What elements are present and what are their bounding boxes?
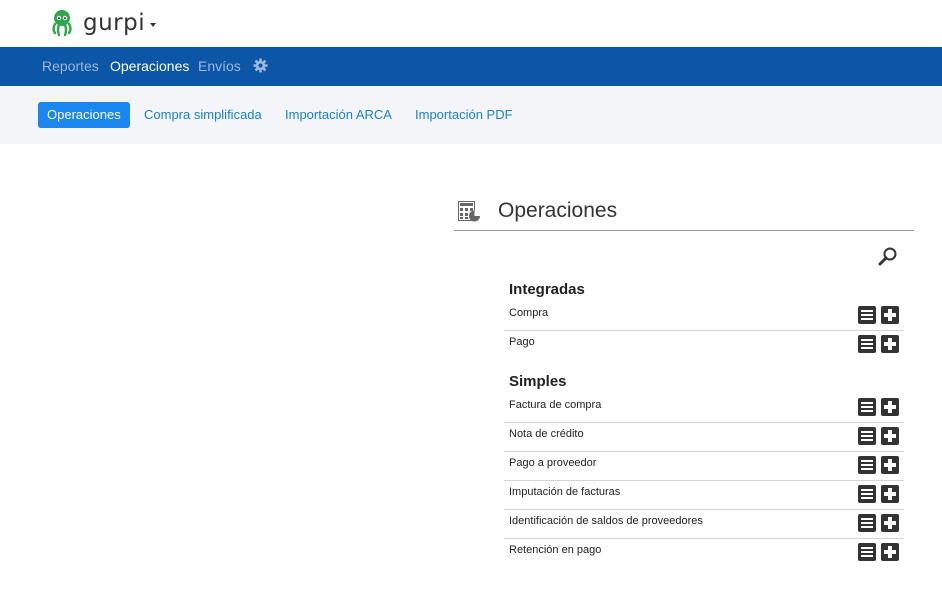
operation-label: Imputación de facturas — [509, 486, 621, 498]
operation-label: Identificación de saldos de proveedores — [509, 515, 703, 527]
tab-operaciones[interactable]: Operaciones — [38, 102, 130, 128]
section-heading-integradas: Integradas — [509, 281, 585, 298]
calculator-icon — [458, 201, 480, 222]
list-item: Retención en pago — [504, 538, 904, 567]
list-item: Nota de crédito — [504, 422, 904, 452]
operation-label: Compra — [509, 307, 549, 319]
list-item: Pago — [504, 330, 904, 359]
list-icon[interactable] — [858, 427, 876, 445]
top-header: gurpi — [0, 0, 942, 47]
section-heading-simples: Simples — [509, 373, 567, 390]
sub-navbar: Operaciones Compra simplificada Importac… — [0, 86, 942, 144]
gear-icon[interactable] — [253, 58, 268, 73]
brand-menu[interactable]: gurpi — [50, 9, 157, 37]
list-item: Compra — [504, 301, 904, 331]
nav-reportes[interactable]: Reportes — [42, 58, 99, 74]
tab-importacion-arca[interactable]: Importación ARCA — [285, 102, 392, 128]
operation-label: Pago — [509, 336, 535, 348]
page-title: Operaciones — [498, 199, 618, 222]
main-navbar: Reportes Operaciones Envíos — [0, 47, 942, 86]
list-icon[interactable] — [858, 398, 876, 416]
plus-icon[interactable] — [881, 335, 899, 353]
list-icon[interactable] — [858, 456, 876, 474]
brand-name[interactable]: gurpi — [83, 10, 145, 36]
tab-importacion-pdf[interactable]: Importación PDF — [415, 102, 513, 128]
nav-operaciones[interactable]: Operaciones — [110, 58, 189, 74]
operation-label: Pago a proveedor — [509, 457, 597, 469]
plus-icon[interactable] — [881, 427, 899, 445]
title-divider — [454, 230, 914, 231]
plus-icon[interactable] — [881, 398, 899, 416]
nav-envios[interactable]: Envíos — [198, 58, 241, 74]
tab-compra-simplificada[interactable]: Compra simplificada — [144, 102, 262, 128]
search-icon[interactable] — [878, 246, 898, 266]
list-icon[interactable] — [858, 335, 876, 353]
list-icon[interactable] — [858, 543, 876, 561]
chevron-down-icon[interactable] — [150, 23, 157, 27]
list-item: Factura de compra — [504, 393, 904, 423]
operation-label: Retención en pago — [509, 544, 602, 556]
list-item: Pago a proveedor — [504, 451, 904, 481]
plus-icon[interactable] — [881, 485, 899, 503]
plus-icon[interactable] — [881, 543, 899, 561]
operation-label: Nota de crédito — [509, 428, 584, 440]
list-icon[interactable] — [858, 485, 876, 503]
list-item: Identificación de saldos de proveedores — [504, 509, 904, 539]
octopus-logo-icon — [52, 10, 72, 37]
operation-label: Factura de compra — [509, 399, 602, 411]
list-icon[interactable] — [858, 514, 876, 532]
plus-icon[interactable] — [881, 514, 899, 532]
list-item: Imputación de facturas — [504, 480, 904, 510]
list-icon[interactable] — [858, 306, 876, 324]
plus-icon[interactable] — [881, 306, 899, 324]
plus-icon[interactable] — [881, 456, 899, 474]
